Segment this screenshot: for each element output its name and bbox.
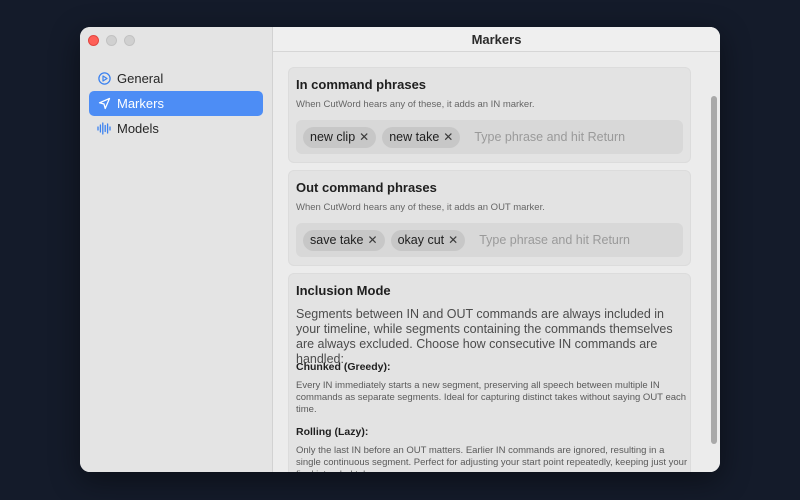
settings-scroll-area[interactable]: In command phrases When CutWord hears an… — [273, 53, 720, 472]
sidebar: General Markers Models — [80, 27, 273, 472]
sidebar-item-label: Models — [117, 121, 159, 136]
rolling-mode-title: Rolling (Lazy): — [296, 426, 369, 438]
play-circle-icon — [97, 72, 111, 86]
chunked-mode-description: Every IN immediately starts a new segmen… — [296, 380, 687, 415]
location-arrow-icon — [97, 97, 111, 111]
in-phrases-token-field[interactable]: new clip ✕ new take ✕ Type phrase and hi… — [296, 120, 683, 154]
window-title: Markers — [273, 27, 720, 52]
in-commands-title: In command phrases — [296, 77, 427, 92]
main-pane: Markers In command phrases When CutWord … — [273, 27, 720, 472]
chunked-mode-title: Chunked (Greedy): — [296, 361, 391, 373]
rolling-mode-description: Only the last IN before an OUT matters. … — [296, 445, 688, 472]
chip-label: okay cut — [397, 233, 445, 247]
in-commands-card: In command phrases When CutWord hears an… — [288, 67, 691, 163]
sidebar-item-label: Markers — [117, 96, 164, 111]
vertical-scrollbar[interactable] — [711, 96, 717, 444]
phrase-chip[interactable]: okay cut ✕ — [390, 229, 466, 251]
waveform-icon — [97, 122, 111, 136]
inclusion-mode-card: Inclusion Mode Segments between IN and O… — [288, 273, 691, 472]
minimize-window-button[interactable] — [106, 35, 117, 46]
phrase-chip[interactable]: new clip ✕ — [303, 126, 377, 148]
inclusion-mode-title: Inclusion Mode — [296, 283, 391, 298]
sidebar-item-models[interactable]: Models — [89, 116, 263, 141]
chip-label: save take — [310, 233, 364, 247]
out-phrase-input[interactable]: Type phrase and hit Return — [479, 233, 630, 247]
sidebar-item-markers[interactable]: Markers — [89, 91, 263, 116]
phrase-chip[interactable]: new take ✕ — [382, 126, 461, 148]
remove-chip-icon[interactable]: ✕ — [443, 130, 453, 144]
remove-chip-icon[interactable]: ✕ — [368, 233, 378, 247]
out-commands-subtitle: When CutWord hears any of these, it adds… — [296, 202, 545, 213]
out-phrases-token-field[interactable]: save take ✕ okay cut ✕ Type phrase and h… — [296, 223, 683, 257]
sidebar-item-general[interactable]: General — [89, 66, 263, 91]
chip-label: new clip — [310, 130, 356, 144]
out-commands-title: Out command phrases — [296, 180, 437, 195]
sidebar-nav: General Markers Models — [89, 66, 263, 141]
inclusion-mode-description: Segments between IN and OUT commands are… — [296, 307, 673, 366]
zoom-window-button[interactable] — [124, 35, 135, 46]
remove-chip-icon[interactable]: ✕ — [359, 130, 369, 144]
close-window-button[interactable] — [88, 35, 99, 46]
chip-label: new take — [389, 130, 440, 144]
out-commands-card: Out command phrases When CutWord hears a… — [288, 170, 691, 266]
phrase-chip[interactable]: save take ✕ — [303, 229, 385, 251]
window-controls — [88, 35, 135, 46]
in-phrase-input[interactable]: Type phrase and hit Return — [474, 130, 625, 144]
preferences-window: General Markers Models Markers In comman… — [80, 27, 720, 472]
sidebar-item-label: General — [117, 71, 164, 86]
remove-chip-icon[interactable]: ✕ — [448, 233, 458, 247]
in-commands-subtitle: When CutWord hears any of these, it adds… — [296, 99, 535, 110]
